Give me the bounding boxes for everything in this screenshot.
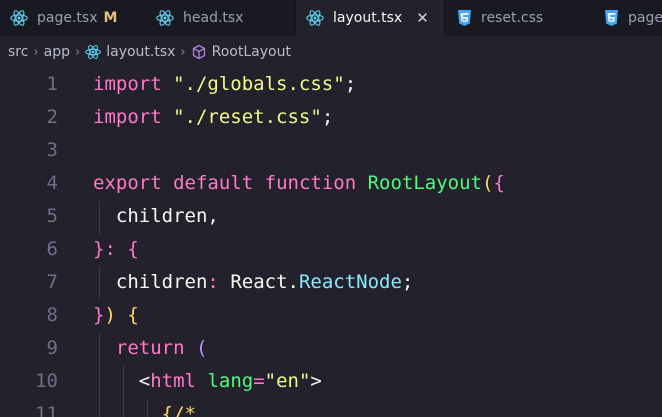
tab-label: head.tsx (183, 10, 244, 26)
code-line: 2 import "./reset.css"; (0, 101, 662, 134)
chevron-right-icon: › (33, 44, 39, 60)
code-text: }: { (93, 238, 139, 260)
tab-label: page. (628, 10, 662, 26)
code-text: {/* (161, 403, 196, 417)
code-text: <html lang="en"> (138, 370, 322, 392)
tab-label: reset.css (481, 10, 544, 26)
code-editor[interactable]: 1 import "./globals.css"; 2 import "./re… (0, 68, 662, 417)
css3-icon (604, 10, 619, 26)
tab-label: layout.tsx (333, 10, 403, 26)
react-icon (306, 9, 324, 27)
code-text: import "./reset.css"; (93, 106, 334, 128)
line-number: 2 (46, 106, 58, 128)
code-text: children, (115, 205, 219, 227)
tab-reset-css[interactable]: reset.css (445, 0, 590, 36)
code-line: 4 export default function RootLayout({ (0, 167, 662, 200)
chevron-right-icon: › (75, 44, 81, 60)
line-number: 11 (35, 403, 58, 417)
code-text: return ( (115, 337, 208, 359)
line-number: 9 (46, 337, 58, 359)
code-text: children: React.ReactNode; (115, 271, 414, 293)
code-text: }) { (93, 304, 139, 326)
editor-window: page.tsx M head.tsx layout.tsx ✕ reset.c… (0, 0, 662, 417)
tab-layout-tsx[interactable]: layout.tsx ✕ (296, 0, 445, 36)
tab-bar: page.tsx M head.tsx layout.tsx ✕ reset.c… (0, 0, 662, 36)
line-number: 1 (46, 73, 58, 95)
line-number: 8 (46, 304, 58, 326)
breadcrumb: src › app › layout.tsx › RootLayout (0, 36, 662, 68)
line-number: 10 (35, 370, 58, 392)
tab-head-tsx[interactable]: head.tsx (146, 0, 296, 36)
react-icon (156, 9, 174, 27)
code-line: 11 {/* (0, 398, 662, 417)
breadcrumb-src[interactable]: src (8, 44, 28, 60)
code-line: 6 }: { (0, 233, 662, 266)
line-number: 7 (46, 271, 58, 293)
breadcrumb-symbol[interactable]: RootLayout (212, 44, 291, 60)
chevron-right-icon: › (180, 44, 186, 60)
code-text: export default function RootLayout({ (93, 172, 505, 194)
code-text: import "./globals.css"; (93, 73, 357, 95)
code-line: 3 (0, 134, 662, 167)
css3-icon (457, 10, 472, 26)
react-icon (10, 9, 28, 27)
breadcrumb-file[interactable]: layout.tsx (106, 44, 175, 60)
close-icon[interactable]: ✕ (416, 9, 429, 27)
line-number: 4 (46, 172, 58, 194)
code-line: 9 return ( (0, 332, 662, 365)
tab-label: page.tsx (37, 10, 98, 26)
modified-indicator: M (103, 10, 118, 26)
code-line: 10 <html lang="en"> (0, 365, 662, 398)
code-line: 8 }) { (0, 299, 662, 332)
symbol-method-icon (191, 44, 207, 60)
tab-page-css[interactable]: page. (590, 0, 662, 36)
line-number: 6 (46, 238, 58, 260)
code-line: 1 import "./globals.css"; (0, 68, 662, 101)
code-line: 7 children: React.ReactNode; (0, 266, 662, 299)
react-icon (85, 44, 101, 60)
line-number: 5 (46, 205, 58, 227)
tab-page-tsx[interactable]: page.tsx M (0, 0, 146, 36)
code-line: 5 children, (0, 200, 662, 233)
line-number: 3 (46, 139, 58, 161)
breadcrumb-app[interactable]: app (44, 44, 70, 60)
